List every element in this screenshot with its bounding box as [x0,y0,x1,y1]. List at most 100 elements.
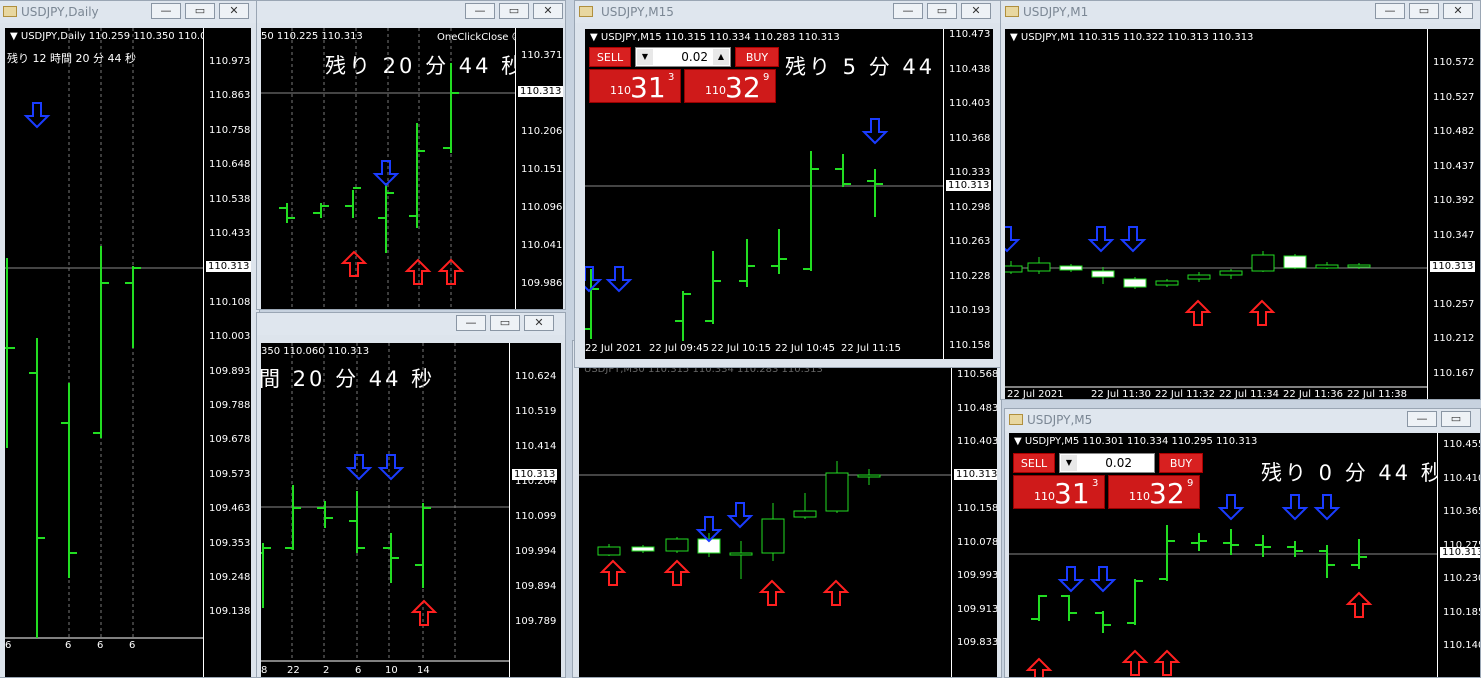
window-title: USDJPY,Daily [21,5,99,19]
price-scale[interactable]: 110.624 110.519 110.414 110.204 110.099 109.9… [509,343,561,677]
candle-body [1027,262,1051,272]
red-up-arrow-icon [663,559,691,586]
close-button[interactable]: ✕ [219,3,249,19]
price-chart-m5[interactable]: ▼ USDJPY,M5 110.301 110.334 110.295 110.… [1009,433,1481,677]
buy-button[interactable]: BUY [735,47,779,67]
price-chart-m1[interactable]: ▼ USDJPY,M1 110.315 110.322 110.313 110.… [1005,29,1480,400]
lot-size-field[interactable]: ▼ 0.02 [1059,453,1155,473]
price-scale-label: 110.228 [949,270,991,282]
price-chart-h4[interactable]: 50 110.225 110.313 OneClickClose ☺ 残り 20… [261,28,563,309]
price-scale-label: 110.568 [957,369,997,380]
window-titlebar[interactable]: USDJPY,Daily — ▭ ✕ [0,1,259,23]
chart-window-daily[interactable]: USDJPY,Daily — ▭ ✕ ▼ USDJPY,Daily 110.25… [0,0,260,678]
current-price-tag: 110.313 [206,261,251,272]
blue-down-arrow-icon [1217,494,1245,521]
lot-increase-icon[interactable]: ▲ [713,49,729,65]
price-scale-label: 109.893 [209,365,251,377]
minimize-button[interactable]: — [893,3,923,19]
blue-down-arrow-icon [1119,226,1147,253]
red-up-arrow-icon [1121,649,1149,676]
price-scale-label: 110.140 [1443,640,1481,651]
buy-button[interactable]: BUY [1159,453,1203,473]
price-scale[interactable]: 110.973 110.863 110.758 110.648 110.538 110.4… [203,28,251,677]
close-button[interactable]: ✕ [1443,3,1473,19]
window-titlebar[interactable]: — ▭ ✕ [257,1,565,23]
current-price-tag: 110.313 [954,469,997,480]
price-scale-label: 109.993 [957,570,997,581]
price-scale[interactable]: 110.572 110.527 110.482 110.437 110.392 110.3… [1427,29,1480,399]
lot-decrease-icon[interactable]: ▼ [1061,455,1077,471]
maximize-button[interactable]: ▭ [185,3,215,19]
time-axis-label: 22 Jul 2021 [1007,389,1064,400]
minimize-button[interactable]: — [1375,3,1405,19]
price-scale-label: 110.414 [515,441,557,452]
candle-body [597,546,621,556]
price-chart-daily[interactable]: ▼ USDJPY,Daily 110.259 110.350 110.060 1… [5,28,251,677]
chart-window-icon [3,6,17,17]
current-price-tag: 110.313 [512,469,558,480]
minimize-button[interactable]: — [151,3,181,19]
close-button[interactable]: ✕ [533,3,563,19]
sell-price-button[interactable]: 110 31 3 [1013,475,1105,510]
chart-window-m15[interactable]: USDJPY,M15 — ▭ ✕ ▼ USDJPY,M15 110.315 11… [574,0,1002,368]
sell-button[interactable]: SELL [1013,453,1055,473]
time-axis-label: 22 Jul 11:36 [1283,389,1343,400]
window-titlebar[interactable]: USDJPY,M15 — ▭ ✕ [575,1,1001,23]
price-scale-label: 110.538 [209,193,251,205]
price-scale[interactable]: 110.473 110.438 110.403 110.368 110.333 110.2… [943,29,993,359]
price-scale-label: 110.527 [1433,91,1475,103]
chart-window-m30[interactable]: USDJPY,M30 110.315 110.334 110.283 110.3… [572,340,1002,678]
price-scale-label: 110.482 [1433,126,1475,137]
candle-body [1091,270,1115,278]
lot-decrease-icon[interactable]: ▼ [637,49,653,65]
price-scale-label: 109.789 [515,616,557,627]
maximize-button[interactable]: ▭ [1409,3,1439,19]
window-title: USDJPY,M15 [601,5,674,19]
price-scale-label: 110.473 [949,29,991,40]
price-scale[interactable]: 110.568110.483110.403110.238110.158110.0… [951,361,997,677]
minimize-button[interactable]: — [456,315,486,331]
current-price-tag: 110.313 [1430,261,1476,272]
window-title: USDJPY,M5 [1027,413,1093,427]
price-scale-label: 110.648 [209,159,251,171]
maximize-button[interactable]: ▭ [490,315,520,331]
blue-down-arrow-icon [1313,494,1341,521]
minimize-button[interactable]: — [465,3,495,19]
buy-price-button[interactable]: 110 32 9 [1108,475,1200,510]
current-price-tag: 110.313 [518,86,563,97]
price-scale-label: 109.678 [209,434,251,446]
price-scale[interactable]: 110.371110.261110.206110.151110.096110.0… [515,28,563,309]
chart-window-h1[interactable]: — ▭ ✕ 350 110.060 110.313 間 20 分 44 秒 11… [256,312,566,678]
m1-candles [1005,226,1427,388]
sell-price-button[interactable]: 110 31 3 [589,69,681,104]
window-titlebar[interactable]: USDJPY,M5 — ▭ [1005,409,1480,431]
close-button[interactable]: ✕ [961,3,991,19]
window-titlebar[interactable]: — ▭ ✕ [257,313,565,335]
price-chart-m15[interactable]: ▼ USDJPY,M15 110.315 110.334 110.283 110… [585,29,993,359]
chart-window-m5[interactable]: USDJPY,M5 — ▭ ▼ USDJPY,M5 110.301 110.33… [1004,408,1481,678]
price-chart-m30[interactable]: USDJPY,M30 110.315 110.334 110.283 110.3… [579,361,997,677]
price-scale-label: 110.410 [1443,472,1481,484]
chart-window-h4[interactable]: — ▭ ✕ 50 110.225 110.313 OneClickClose ☺… [256,0,566,310]
close-button[interactable]: ✕ [524,315,554,331]
maximize-button[interactable]: ▭ [499,3,529,19]
window-titlebar[interactable]: USDJPY,M1 — ▭ ✕ [1001,1,1480,23]
candle-body [761,518,785,554]
maximize-button[interactable]: ▭ [1441,411,1471,427]
chart-window-m1[interactable]: USDJPY,M1 — ▭ ✕ ▼ USDJPY,M1 110.315 110.… [1000,0,1481,400]
price-scale-label: 110.973 [209,56,251,67]
price-scale-label: 110.455 [1443,439,1481,450]
blue-down-arrow-icon [726,502,754,529]
sell-button[interactable]: SELL [589,47,631,67]
lot-size-field[interactable]: ▼ 0.02 ▲ [635,47,731,67]
price-scale[interactable]: 110.455 110.410 110.365 110.275 110.230 110.1… [1437,433,1481,677]
maximize-button[interactable]: ▭ [927,3,957,19]
price-chart-h1[interactable]: 350 110.060 110.313 間 20 分 44 秒 110.624 1… [261,343,561,677]
minimize-button[interactable]: — [1407,411,1437,427]
time-axis-label: 6 [129,640,136,651]
buy-price-button[interactable]: 110 32 9 [684,69,776,104]
chart-window-icon [579,6,593,17]
time-axis-label: 6 [97,640,104,651]
sell-price-main: 31 [1054,477,1090,510]
price-scale-label: 110.230 [1443,573,1481,584]
